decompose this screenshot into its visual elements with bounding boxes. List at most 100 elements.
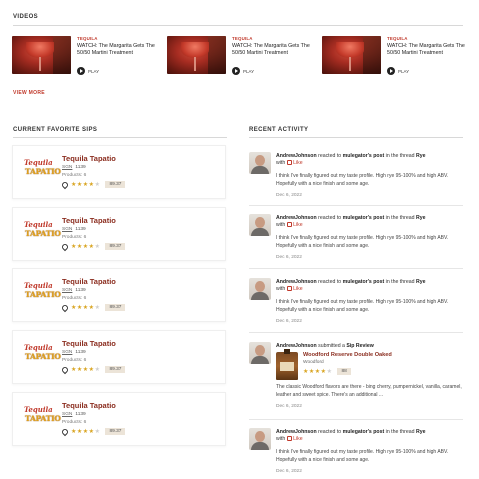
avatar[interactable] — [249, 428, 271, 450]
user-link[interactable]: AndrewJohnson — [276, 279, 317, 285]
star-icon: ★ — [94, 429, 101, 435]
sip-card[interactable]: Tequila TAPATIO Tequila Tapatio SGN 1139… — [12, 145, 226, 199]
activity-body: I think I've finally figured out my tast… — [276, 173, 449, 187]
user-link[interactable]: AndrewJohnson — [276, 153, 317, 159]
sip-name[interactable]: Tequila Tapatio — [62, 339, 116, 348]
video-card[interactable]: TEQUILA WATCH: The Margarita Gets The 50… — [12, 36, 160, 76]
thread-link[interactable]: Rye — [416, 153, 426, 159]
video-title[interactable]: WATCH: The Margarita Gets The 50/50 Mart… — [387, 43, 467, 57]
star-rating: ★★★★★ — [303, 368, 332, 375]
review-card[interactable]: Woodford Reserve Double Oaked Woodford ★… — [276, 349, 466, 381]
activity-body: I think I've finally figured out my tast… — [276, 449, 449, 463]
video-tag[interactable]: TEQUILA — [77, 36, 98, 41]
activity-title: RECENT ACTIVITY — [249, 127, 309, 133]
sip-name[interactable]: Tequila Tapatio — [62, 216, 116, 225]
location-pin-icon — [60, 427, 70, 436]
star-rating: ★★★★★ — [71, 304, 100, 311]
user-link[interactable]: AndrewJohnson — [276, 429, 317, 435]
star-icon: ★ — [94, 305, 101, 311]
video-tag[interactable]: TEQUILA — [387, 36, 408, 41]
score-badge: 89.37 — [105, 181, 126, 188]
thumbs-up-icon — [286, 222, 292, 228]
video-thumbnail[interactable] — [322, 36, 381, 74]
review-brand: Woodford — [303, 360, 324, 365]
sip-name[interactable]: Tequila Tapatio — [62, 401, 116, 410]
bottle-image — [276, 349, 298, 380]
post-link[interactable]: mulegator's post — [343, 279, 385, 285]
star-icon: ★ — [94, 367, 101, 373]
play-button[interactable]: PLAY — [387, 67, 409, 75]
sgn-value: 1139 — [75, 412, 86, 417]
thread-link[interactable]: Rye — [416, 215, 426, 221]
location-pin-icon — [60, 303, 70, 312]
brand-logo[interactable]: Tequila TAPATIO — [24, 220, 61, 242]
view-more-link[interactable]: VIEW MORE — [13, 90, 45, 96]
sip-name[interactable]: Tequila Tapatio — [62, 277, 116, 286]
review-rating: ★★★★★ 88 — [303, 368, 351, 375]
score-badge: 88 — [337, 368, 351, 375]
avatar[interactable] — [249, 214, 271, 236]
activity-separator — [249, 268, 463, 269]
score-badge: 89.37 — [105, 243, 126, 250]
score-badge: 89.37 — [105, 304, 126, 311]
sip-meta: SGN 1139 — [62, 227, 86, 232]
video-title[interactable]: WATCH: The Margarita Gets The 50/50 Mart… — [77, 43, 157, 57]
activity-separator — [249, 332, 463, 333]
activity-date: Dec 6, 2022 — [276, 255, 302, 260]
post-link[interactable]: mulegator's post — [343, 153, 385, 159]
user-link[interactable]: AndrewJohnson — [276, 343, 317, 349]
thread-link[interactable]: Rye — [416, 279, 426, 285]
thumbs-up-icon — [286, 436, 292, 442]
avatar[interactable] — [249, 278, 271, 300]
sip-card[interactable]: Tequila TAPATIO Tequila Tapatio SGN 1139… — [12, 268, 226, 322]
play-label: PLAY — [88, 68, 100, 74]
brand-logo[interactable]: Tequila TAPATIO — [24, 405, 61, 427]
like-label[interactable]: Like — [293, 222, 303, 228]
products-count: Products: 6 — [62, 173, 87, 178]
sgn-value: 1139 — [75, 165, 86, 170]
like-label[interactable]: Like — [293, 286, 303, 292]
score-badge: 89.37 — [105, 428, 126, 435]
sip-name[interactable]: Tequila Tapatio — [62, 154, 116, 163]
activity-separator — [249, 419, 463, 420]
review-product-name[interactable]: Woodford Reserve Double Oaked — [303, 352, 392, 358]
video-title[interactable]: WATCH: The Margarita Gets The 50/50 Mart… — [232, 43, 312, 57]
video-thumbnail[interactable] — [167, 36, 226, 74]
sip-card[interactable]: Tequila TAPATIO Tequila Tapatio SGN 1139… — [12, 330, 226, 384]
like-label[interactable]: Like — [293, 436, 303, 442]
products-count: Products: 6 — [62, 296, 87, 301]
thumbs-up-icon — [286, 160, 292, 166]
video-card[interactable]: TEQUILA WATCH: The Margarita Gets The 50… — [167, 36, 315, 76]
sip-card[interactable]: Tequila TAPATIO Tequila Tapatio SGN 1139… — [12, 392, 226, 446]
post-link[interactable]: mulegator's post — [343, 215, 385, 221]
video-card[interactable]: TEQUILA WATCH: The Margarita Gets The 50… — [322, 36, 470, 76]
like-label[interactable]: Like — [293, 160, 303, 166]
sgn-label: SGN — [62, 288, 73, 293]
activity-body: I think I've finally figured out my tast… — [276, 299, 449, 313]
video-thumbnail[interactable] — [12, 36, 71, 74]
thread-link[interactable]: Rye — [416, 429, 426, 435]
sip-card[interactable]: Tequila TAPATIO Tequila Tapatio SGN 1139… — [12, 207, 226, 261]
play-button[interactable]: PLAY — [232, 67, 254, 75]
user-link[interactable]: AndrewJohnson — [276, 215, 317, 221]
brand-logo[interactable]: Tequila TAPATIO — [24, 281, 61, 303]
activity-separator — [249, 205, 463, 206]
avatar[interactable] — [249, 152, 271, 174]
activity-header: AndrewJohnson submitted a Sip Review — [276, 343, 374, 349]
sips-title: CURRENT FAVORITE SIPS — [13, 127, 98, 133]
video-tag[interactable]: TEQUILA — [232, 36, 253, 41]
products-count: Products: 6 — [62, 420, 87, 425]
play-label: PLAY — [398, 68, 410, 74]
brand-logo[interactable]: Tequila TAPATIO — [24, 158, 61, 180]
play-button[interactable]: PLAY — [77, 67, 99, 75]
brand-logo[interactable]: Tequila TAPATIO — [24, 343, 61, 365]
post-link[interactable]: mulegator's post — [343, 429, 385, 435]
avatar[interactable] — [249, 342, 271, 364]
star-icon: ★ — [94, 244, 101, 250]
products-count: Products: 6 — [62, 358, 87, 363]
videos-divider — [13, 25, 463, 26]
activity-body: I think I've finally figured out my tast… — [276, 235, 449, 249]
sgn-label: SGN — [62, 350, 73, 355]
review-link[interactable]: Sip Review — [346, 343, 373, 349]
sgn-label: SGN — [62, 165, 73, 170]
